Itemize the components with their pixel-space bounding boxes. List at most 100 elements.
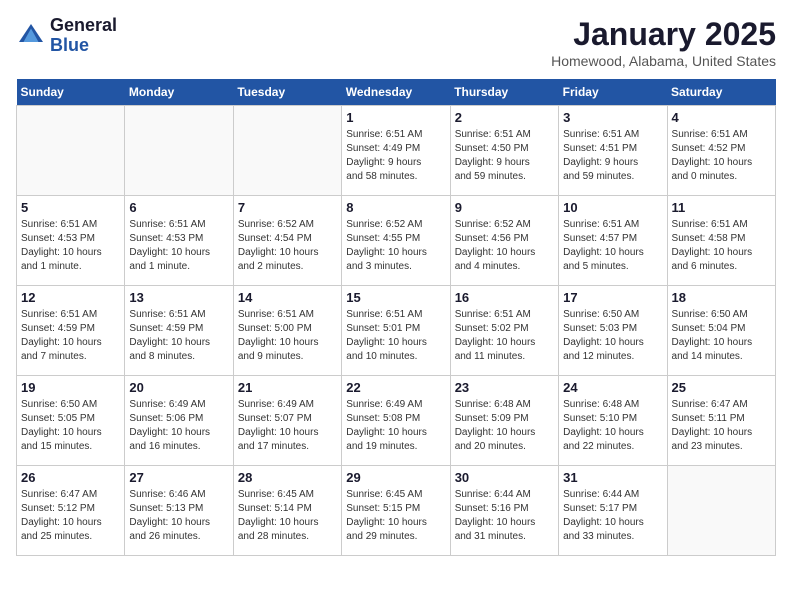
calendar-day-cell: 6Sunrise: 6:51 AM Sunset: 4:53 PM Daylig… (125, 196, 233, 286)
day-number: 26 (21, 470, 120, 485)
day-number: 8 (346, 200, 445, 215)
calendar-day-cell: 18Sunrise: 6:50 AM Sunset: 5:04 PM Dayli… (667, 286, 775, 376)
page-header: General Blue January 2025 Homewood, Alab… (16, 16, 776, 69)
calendar-day-cell: 12 Sunrise: 6:51 AM Sunset: 4:59 PM Dayli… (17, 286, 125, 376)
day-number: 2 (455, 110, 554, 125)
day-info: Sunrise: 6:47 AM Sunset: 5:12 PM Dayligh… (21, 488, 120, 544)
day-number: 17 (563, 290, 662, 305)
day-number: 13 (129, 290, 228, 305)
day-info: Sunrise: 6:51 AM Sunset: 4:59 PM Dayligh… (129, 308, 228, 364)
day-number: 12 (21, 290, 120, 305)
day-info: Sunrise: 6:51 AM Sunset: 4:49 PM Dayligh… (346, 128, 445, 184)
calendar-day-cell: 10 Sunrise: 6:51 AM Sunset: 4:57 PM Dayli… (559, 196, 667, 286)
weekday-header-sunday: Sunday (17, 79, 125, 106)
day-number: 11 (672, 200, 771, 215)
day-number: 21 (238, 380, 337, 395)
calendar-day-cell: 22 Sunrise: 6:49 AM Sunset: 5:08 PM Dayli… (342, 376, 450, 466)
calendar-table: SundayMondayTuesdayWednesdayThursdayFrid… (16, 79, 776, 556)
weekday-header-friday: Friday (559, 79, 667, 106)
day-info: Sunrise: 6:51 AM Sunset: 5:01 PM Dayligh… (346, 308, 445, 364)
logo: General Blue (16, 16, 117, 56)
day-number: 16 (455, 290, 554, 305)
day-info: Sunrise: 6:49 AM Sunset: 5:07 PM Dayligh… (238, 398, 337, 454)
title-block: January 2025 Homewood, Alabama, United S… (551, 16, 776, 69)
calendar-day-cell (233, 106, 341, 196)
calendar-week-row: 26 Sunrise: 6:47 AM Sunset: 5:12 PM Dayli… (17, 466, 776, 556)
day-number: 6 (129, 200, 228, 215)
day-info: Sunrise: 6:51 AM Sunset: 4:53 PM Dayligh… (21, 218, 120, 274)
day-number: 20 (129, 380, 228, 395)
day-number: 31 (563, 470, 662, 485)
day-info: Sunrise: 6:51 AM Sunset: 4:50 PM Dayligh… (455, 128, 554, 184)
calendar-day-cell: 4 Sunrise: 6:51 AM Sunset: 4:52 PM Daylig… (667, 106, 775, 196)
calendar-day-cell: 9 Sunrise: 6:52 AM Sunset: 4:56 PM Daylig… (450, 196, 558, 286)
calendar-day-cell: 30Sunrise: 6:44 AM Sunset: 5:16 PM Dayli… (450, 466, 558, 556)
calendar-day-cell (17, 106, 125, 196)
day-number: 29 (346, 470, 445, 485)
calendar-day-cell: 1Sunrise: 6:51 AM Sunset: 4:49 PM Daylig… (342, 106, 450, 196)
logo-text: General Blue (50, 16, 117, 56)
day-number: 25 (672, 380, 771, 395)
day-number: 19 (21, 380, 120, 395)
day-number: 15 (346, 290, 445, 305)
day-info: Sunrise: 6:44 AM Sunset: 5:17 PM Dayligh… (563, 488, 662, 544)
logo-blue: Blue (50, 36, 117, 56)
day-info: Sunrise: 6:49 AM Sunset: 5:06 PM Dayligh… (129, 398, 228, 454)
logo-icon (16, 21, 46, 51)
day-info: Sunrise: 6:44 AM Sunset: 5:16 PM Dayligh… (455, 488, 554, 544)
day-number: 3 (563, 110, 662, 125)
weekday-header-saturday: Saturday (667, 79, 775, 106)
calendar-day-cell: 11 Sunrise: 6:51 AM Sunset: 4:58 PM Dayli… (667, 196, 775, 286)
day-info: Sunrise: 6:52 AM Sunset: 4:55 PM Dayligh… (346, 218, 445, 274)
day-info: Sunrise: 6:47 AM Sunset: 5:11 PM Dayligh… (672, 398, 771, 454)
day-number: 18 (672, 290, 771, 305)
day-info: Sunrise: 6:45 AM Sunset: 5:14 PM Dayligh… (238, 488, 337, 544)
calendar-day-cell: 17Sunrise: 6:50 AM Sunset: 5:03 PM Dayli… (559, 286, 667, 376)
weekday-header-thursday: Thursday (450, 79, 558, 106)
calendar-day-cell: 15 Sunrise: 6:51 AM Sunset: 5:01 PM Dayli… (342, 286, 450, 376)
day-number: 9 (455, 200, 554, 215)
logo-general: General (50, 16, 117, 36)
day-number: 5 (21, 200, 120, 215)
calendar-day-cell (667, 466, 775, 556)
day-number: 23 (455, 380, 554, 395)
calendar-week-row: 12 Sunrise: 6:51 AM Sunset: 4:59 PM Dayli… (17, 286, 776, 376)
weekday-header-wednesday: Wednesday (342, 79, 450, 106)
day-info: Sunrise: 6:51 AM Sunset: 5:02 PM Dayligh… (455, 308, 554, 364)
calendar-day-cell: 29 Sunrise: 6:45 AM Sunset: 5:15 PM Dayli… (342, 466, 450, 556)
calendar-day-cell: 20 Sunrise: 6:49 AM Sunset: 5:06 PM Dayli… (125, 376, 233, 466)
weekday-header-row: SundayMondayTuesdayWednesdayThursdayFrid… (17, 79, 776, 106)
day-number: 7 (238, 200, 337, 215)
calendar-day-cell: 21 Sunrise: 6:49 AM Sunset: 5:07 PM Dayli… (233, 376, 341, 466)
weekday-header-monday: Monday (125, 79, 233, 106)
day-number: 10 (563, 200, 662, 215)
day-info: Sunrise: 6:50 AM Sunset: 5:05 PM Dayligh… (21, 398, 120, 454)
calendar-location: Homewood, Alabama, United States (551, 53, 776, 69)
calendar-day-cell: 28Sunrise: 6:45 AM Sunset: 5:14 PM Dayli… (233, 466, 341, 556)
calendar-day-cell: 23Sunrise: 6:48 AM Sunset: 5:09 PM Dayli… (450, 376, 558, 466)
calendar-title: January 2025 (551, 16, 776, 53)
weekday-header-tuesday: Tuesday (233, 79, 341, 106)
calendar-day-cell: 5 Sunrise: 6:51 AM Sunset: 4:53 PM Daylig… (17, 196, 125, 286)
day-info: Sunrise: 6:51 AM Sunset: 4:52 PM Dayligh… (672, 128, 771, 184)
calendar-day-cell: 13 Sunrise: 6:51 AM Sunset: 4:59 PM Dayli… (125, 286, 233, 376)
calendar-day-cell: 25 Sunrise: 6:47 AM Sunset: 5:11 PM Dayli… (667, 376, 775, 466)
day-info: Sunrise: 6:51 AM Sunset: 4:57 PM Dayligh… (563, 218, 662, 274)
day-info: Sunrise: 6:49 AM Sunset: 5:08 PM Dayligh… (346, 398, 445, 454)
day-number: 27 (129, 470, 228, 485)
day-number: 22 (346, 380, 445, 395)
calendar-day-cell: 24 Sunrise: 6:48 AM Sunset: 5:10 PM Dayli… (559, 376, 667, 466)
calendar-day-cell: 27Sunrise: 6:46 AM Sunset: 5:13 PM Dayli… (125, 466, 233, 556)
day-info: Sunrise: 6:48 AM Sunset: 5:10 PM Dayligh… (563, 398, 662, 454)
calendar-day-cell: 26 Sunrise: 6:47 AM Sunset: 5:12 PM Dayli… (17, 466, 125, 556)
day-info: Sunrise: 6:52 AM Sunset: 4:54 PM Dayligh… (238, 218, 337, 274)
day-info: Sunrise: 6:51 AM Sunset: 4:58 PM Dayligh… (672, 218, 771, 274)
day-number: 24 (563, 380, 662, 395)
day-info: Sunrise: 6:52 AM Sunset: 4:56 PM Dayligh… (455, 218, 554, 274)
calendar-day-cell: 2 Sunrise: 6:51 AM Sunset: 4:50 PM Daylig… (450, 106, 558, 196)
day-info: Sunrise: 6:51 AM Sunset: 4:59 PM Dayligh… (21, 308, 120, 364)
day-info: Sunrise: 6:51 AM Sunset: 4:51 PM Dayligh… (563, 128, 662, 184)
calendar-day-cell: 16 Sunrise: 6:51 AM Sunset: 5:02 PM Dayli… (450, 286, 558, 376)
day-number: 4 (672, 110, 771, 125)
day-info: Sunrise: 6:45 AM Sunset: 5:15 PM Dayligh… (346, 488, 445, 544)
